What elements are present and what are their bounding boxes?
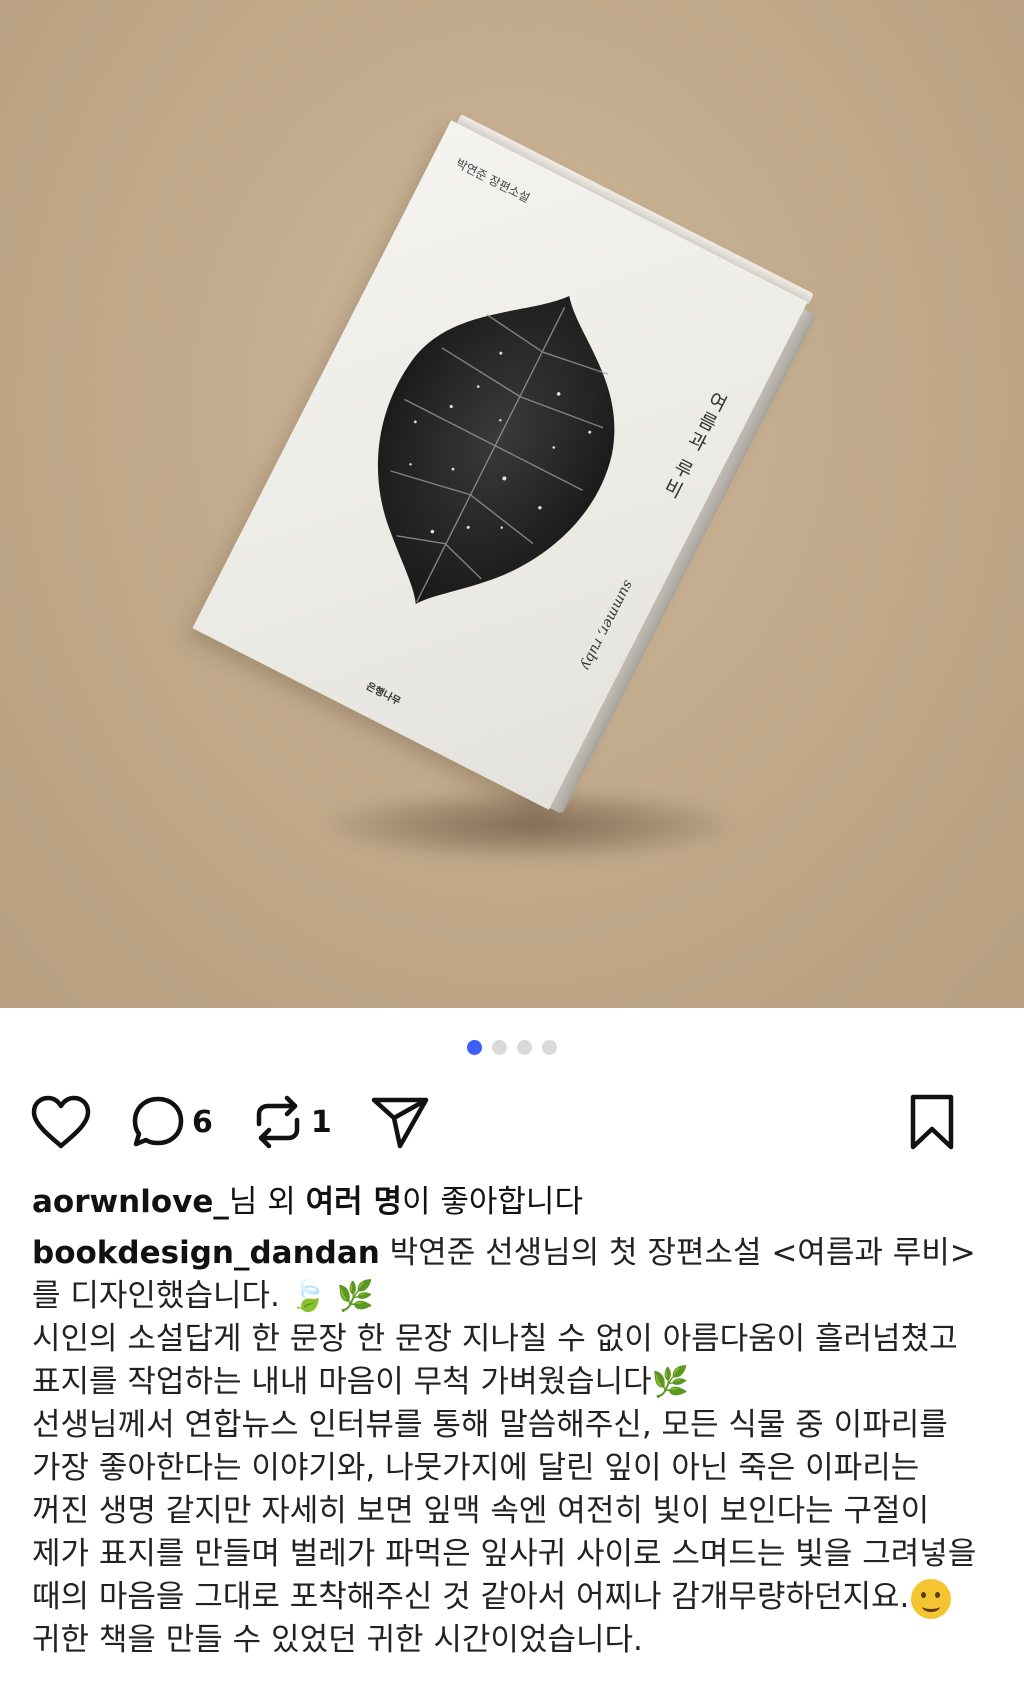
caption-paragraph-2: 시인의 소설답게 한 문장 한 문장 지나칠 수 없이 아름다움이 흘러넘쳤고 … — [32, 1318, 984, 1404]
face-emoji-icon — [911, 1578, 952, 1619]
heart-icon — [31, 1095, 91, 1149]
caption-text-3: 선생님께서 연합뉴스 인터뷰를 통해 말씀해주신, 모든 식물 중 이파리를 가… — [32, 1407, 977, 1615]
comment-button[interactable]: 6 — [130, 1094, 213, 1150]
send-icon — [371, 1097, 428, 1149]
carousel-dot[interactable] — [492, 1040, 507, 1055]
caption-paragraph-1: bookdesign_dandan 박연준 선생님의 첫 장편소설 <여름과 루… — [32, 1232, 984, 1318]
likes-mid: 님 외 — [228, 1184, 306, 1220]
repost-icon — [256, 1095, 300, 1149]
likes-suffix: 이 좋아합니다 — [401, 1184, 583, 1220]
caption-username[interactable]: bookdesign_dandan — [32, 1235, 380, 1271]
book-mockup: 박연준 장편소설 여름과 루비 summer, ruby 은행나무 — [192, 114, 817, 815]
carousel-dot[interactable] — [542, 1040, 557, 1055]
likes-summary: aorwnlove_님 외 여러 명이 좋아합니다 — [32, 1180, 994, 1224]
like-button[interactable] — [30, 1094, 92, 1150]
caption-text-4: 귀한 책을 만들 수 있었던 귀한 시간이었습니다. — [32, 1622, 643, 1658]
post-image[interactable]: 박연준 장편소설 여름과 루비 summer, ruby 은행나무 — [0, 0, 1024, 1008]
carousel-dot-active[interactable] — [467, 1040, 482, 1055]
carousel-indicator — [0, 1040, 1024, 1055]
action-bar: 6 1 — [30, 1092, 994, 1152]
bookmark-icon — [910, 1094, 954, 1150]
post-caption: bookdesign_dandan 박연준 선생님의 첫 장편소설 <여름과 루… — [32, 1232, 984, 1662]
book-cover: 박연준 장편소설 여름과 루비 summer, ruby 은행나무 — [192, 120, 808, 810]
comment-count: 6 — [192, 1104, 213, 1140]
caption-text-2: 시인의 소설답게 한 문장 한 문장 지나칠 수 없이 아름다움이 흘러넘쳤고 … — [32, 1321, 958, 1400]
caption-paragraph-3: 선생님께서 연합뉴스 인터뷰를 통해 말씀해주신, 모든 식물 중 이파리를 가… — [32, 1404, 984, 1619]
repost-count: 1 — [310, 1104, 332, 1140]
liker-username[interactable]: aorwnlove_ — [32, 1184, 229, 1220]
comment-icon — [132, 1096, 184, 1147]
caption-paragraph-4: 귀한 책을 만들 수 있었던 귀한 시간이었습니다. — [32, 1619, 984, 1662]
herb-emoji-icon: 🌿 — [651, 1365, 690, 1400]
leaf-emoji-icon: 🍃 🌿 — [289, 1279, 374, 1314]
save-button[interactable] — [908, 1093, 956, 1151]
cover-author: 박연준 장편소설 — [453, 156, 533, 206]
share-button[interactable] — [370, 1094, 430, 1150]
likes-others-link[interactable]: 여러 명 — [306, 1184, 402, 1220]
repost-button[interactable]: 1 — [251, 1094, 332, 1150]
carousel-dot[interactable] — [517, 1040, 532, 1055]
